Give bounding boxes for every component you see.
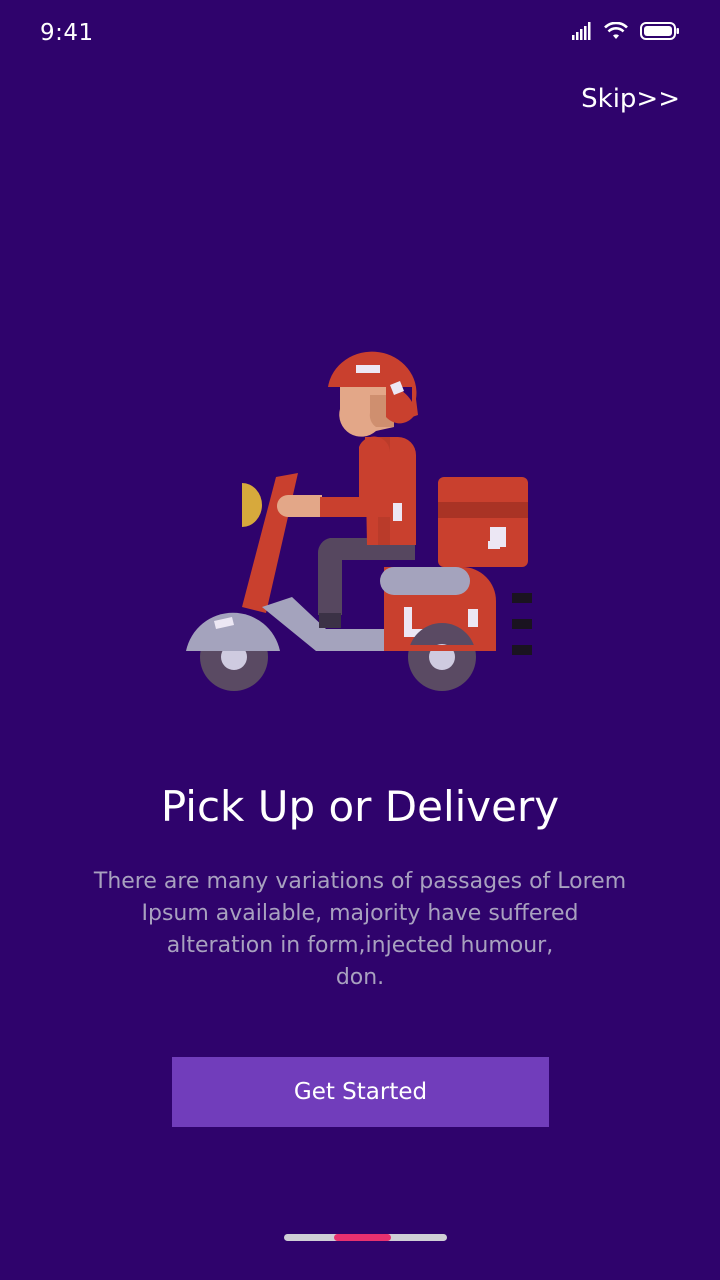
description-line: Ipsum available, majority have suffered	[141, 901, 579, 926]
get-started-button[interactable]: Get Started	[172, 1057, 549, 1127]
status-time: 9:41	[40, 20, 94, 46]
onboarding-description: There are many variations of passages of…	[80, 866, 640, 994]
status-icons	[572, 22, 680, 40]
description-line: There are many variations of passages of…	[93, 869, 627, 894]
description-line: don.	[335, 965, 385, 990]
page-indicator	[284, 1234, 447, 1241]
signal-icon	[572, 22, 591, 40]
wifi-icon	[604, 22, 628, 39]
battery-icon	[640, 22, 679, 40]
page-indicator-active	[334, 1234, 391, 1241]
status-bar: 9:41	[0, 0, 720, 70]
delivery-scooter-icon	[186, 351, 532, 691]
skip-button[interactable]: Skip>>	[581, 84, 680, 114]
description-line: alteration in form,injected humour,	[166, 933, 554, 958]
onboarding-title: Pick Up or Delivery	[160, 782, 560, 831]
